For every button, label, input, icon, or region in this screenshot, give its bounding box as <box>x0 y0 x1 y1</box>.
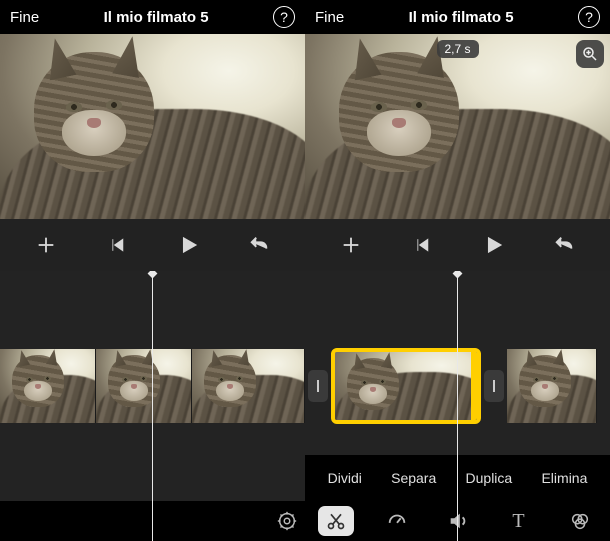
playhead[interactable] <box>457 271 458 541</box>
clip[interactable] <box>192 349 305 423</box>
video-preview[interactable]: 2,7 s <box>305 34 610 219</box>
skip-start-button[interactable] <box>101 229 133 261</box>
undo-button[interactable] <box>243 229 275 261</box>
play-button[interactable] <box>172 229 204 261</box>
right-panel: Fine Il mio filmato 5 ? 2,7 s <box>305 0 610 541</box>
navbar: Fine Il mio filmato 5 ? <box>0 0 305 34</box>
left-panel: Fine Il mio filmato 5 ? <box>0 0 305 541</box>
done-button[interactable]: Fine <box>315 9 344 26</box>
duration-badge: 2,7 s <box>436 40 478 58</box>
project-title: Il mio filmato 5 <box>39 9 273 26</box>
skip-start-button[interactable] <box>406 229 438 261</box>
navbar: Fine Il mio filmato 5 ? <box>305 0 610 34</box>
action-detach[interactable]: Separa <box>391 470 436 486</box>
zoom-button[interactable] <box>576 40 604 68</box>
cut-tool[interactable] <box>318 506 354 536</box>
transition-button[interactable] <box>308 370 328 402</box>
speed-tool[interactable] <box>379 506 415 536</box>
settings-button[interactable] <box>269 506 305 536</box>
transition-button[interactable] <box>484 370 504 402</box>
add-media-button[interactable] <box>335 229 367 261</box>
action-duplicate[interactable]: Duplica <box>466 470 513 486</box>
play-button[interactable] <box>477 229 509 261</box>
filters-tool[interactable] <box>562 506 598 536</box>
done-button[interactable]: Fine <box>10 9 39 26</box>
help-button[interactable]: ? <box>273 6 295 28</box>
transport-bar <box>305 219 610 271</box>
text-icon: T <box>512 510 524 533</box>
playhead[interactable] <box>152 271 153 541</box>
project-title: Il mio filmato 5 <box>344 9 578 26</box>
transport-bar <box>0 219 305 271</box>
action-split[interactable]: Dividi <box>328 470 362 486</box>
clip[interactable] <box>507 349 597 423</box>
clip[interactable] <box>96 349 192 423</box>
clip-selected[interactable] <box>331 348 481 424</box>
text-tool[interactable]: T <box>501 506 537 536</box>
action-delete[interactable]: Elimina <box>541 470 587 486</box>
undo-button[interactable] <box>548 229 580 261</box>
help-button[interactable]: ? <box>578 6 600 28</box>
add-media-button[interactable] <box>30 229 62 261</box>
clip[interactable] <box>0 349 96 423</box>
video-preview[interactable] <box>0 34 305 219</box>
